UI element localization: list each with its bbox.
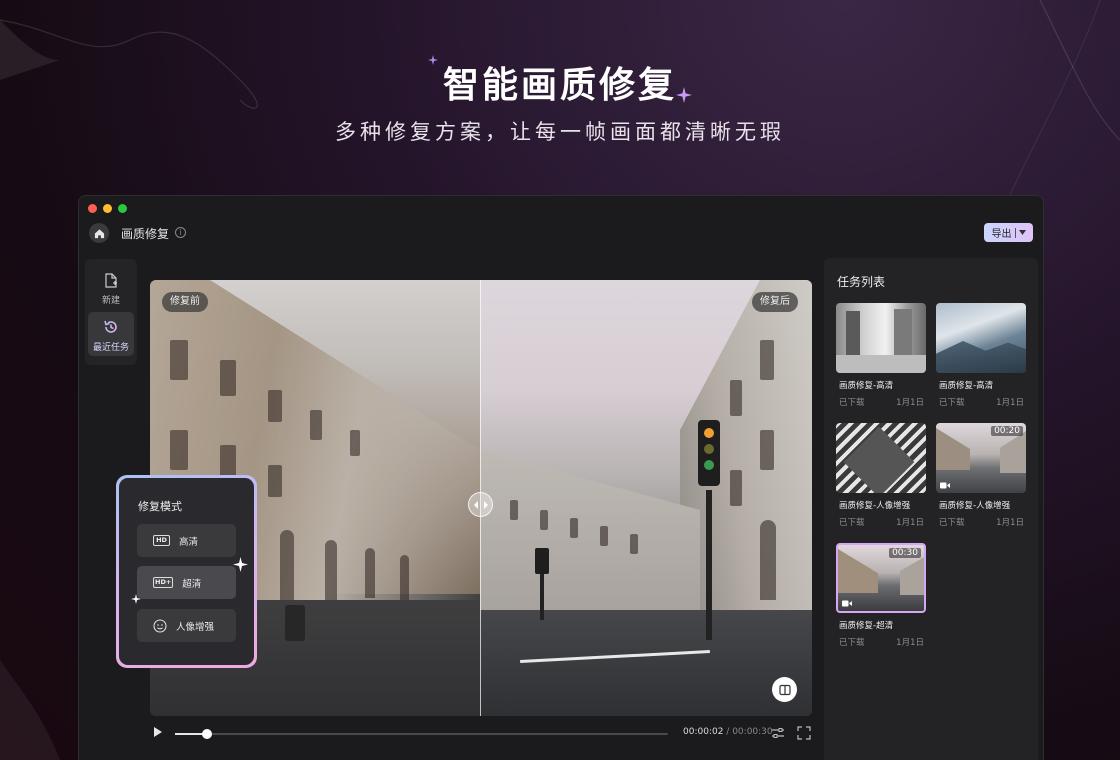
sparkle-icon bbox=[676, 87, 692, 103]
before-label: 修复前 bbox=[162, 292, 208, 312]
timeline-handle[interactable] bbox=[202, 729, 212, 739]
playback-bar: 00:00:02 / 00:00:30 bbox=[150, 723, 812, 743]
task-status: 已下载 bbox=[839, 518, 865, 528]
task-status: 已下载 bbox=[839, 398, 865, 408]
task-status: 已下载 bbox=[939, 518, 965, 528]
task-date: 1月1日 bbox=[896, 518, 924, 528]
task-date: 1月1日 bbox=[896, 398, 924, 408]
time-readout: 00:00:02 / 00:00:30 bbox=[683, 727, 773, 737]
page-title: 画质修复 bbox=[121, 227, 170, 241]
video-icon bbox=[940, 482, 950, 489]
task-duration: 00:20 bbox=[991, 426, 1023, 436]
task-date: 1月1日 bbox=[996, 518, 1024, 528]
after-label: 修复后 bbox=[752, 292, 798, 312]
title-bar: 画质修复 i 导出 bbox=[79, 196, 1043, 251]
hero-subtitle: 多种修复方案，让每一帧画面都清晰无瑕 bbox=[335, 120, 785, 144]
mode-option-portrait[interactable]: 人像增强 bbox=[137, 609, 236, 642]
export-separator bbox=[1014, 227, 1016, 238]
history-icon bbox=[104, 320, 117, 333]
compare-mode-button[interactable] bbox=[772, 677, 797, 702]
compare-handle[interactable] bbox=[468, 492, 493, 517]
new-file-icon bbox=[105, 273, 117, 288]
sparkle-icon bbox=[233, 557, 248, 572]
close-window-button[interactable] bbox=[88, 204, 97, 213]
task-status: 已下载 bbox=[939, 398, 965, 408]
rail-item-label: 新建 bbox=[101, 296, 120, 306]
sparkle-icon bbox=[131, 594, 141, 604]
info-icon[interactable]: i bbox=[175, 227, 186, 238]
mode-option-label: 人像增强 bbox=[176, 621, 215, 633]
split-view-icon bbox=[778, 684, 791, 695]
face-icon bbox=[153, 618, 167, 633]
minimize-window-button[interactable] bbox=[103, 204, 112, 213]
adjust-icon[interactable] bbox=[771, 726, 785, 740]
task-name: 画质修复-人像增强 bbox=[939, 501, 1011, 511]
video-icon bbox=[842, 600, 852, 607]
mode-option-label: 高清 bbox=[179, 536, 199, 548]
task-duration: 00:30 bbox=[889, 548, 921, 558]
task-status: 已下载 bbox=[839, 638, 865, 648]
export-label: 导出 bbox=[991, 229, 1012, 240]
task-list-title: 任务列表 bbox=[837, 275, 886, 289]
zoom-window-button[interactable] bbox=[118, 204, 127, 213]
task-list-panel: 任务列表 画质修复-高清 已下载 1月1日 画质修复-高清 已下载 1月1日 画… bbox=[824, 258, 1038, 760]
task-thumbnail bbox=[836, 423, 926, 493]
total-time: 00:00:30 bbox=[732, 727, 773, 737]
export-button[interactable]: 导出 bbox=[984, 223, 1033, 242]
task-name: 画质修复-超清 bbox=[839, 621, 894, 631]
play-button[interactable] bbox=[154, 727, 162, 737]
tool-rail: 新建 最近任务 bbox=[85, 259, 137, 365]
mode-option-ultra-hd[interactable]: HD+ 超清 bbox=[137, 566, 236, 599]
hd-plus-badge-icon: HD+ bbox=[153, 577, 174, 588]
task-name: 画质修复-高清 bbox=[839, 381, 894, 391]
caret-down-icon[interactable] bbox=[1018, 230, 1026, 235]
task-thumbnail: 00:30 bbox=[836, 543, 926, 613]
fullscreen-icon[interactable] bbox=[797, 726, 811, 740]
hd-badge-icon: HD bbox=[153, 535, 170, 546]
task-name: 画质修复-人像增强 bbox=[839, 501, 911, 511]
drag-arrows-icon bbox=[473, 500, 488, 509]
task-thumbnail bbox=[836, 303, 926, 373]
task-date: 1月1日 bbox=[996, 398, 1024, 408]
sparkle-icon bbox=[428, 55, 438, 65]
rail-item-recent[interactable]: 最近任务 bbox=[88, 312, 134, 356]
hero-title: 智能画质修复 bbox=[442, 65, 677, 106]
mode-option-hd[interactable]: HD 高清 bbox=[137, 524, 236, 557]
task-thumbnail bbox=[936, 303, 1026, 373]
repair-mode-title: 修复模式 bbox=[138, 500, 182, 513]
home-icon bbox=[94, 228, 104, 238]
mode-option-label: 超清 bbox=[182, 578, 202, 590]
current-time: 00:00:02 bbox=[683, 727, 724, 737]
rail-item-label: 最近任务 bbox=[92, 343, 129, 353]
after-image bbox=[480, 280, 812, 716]
timeline-track[interactable] bbox=[175, 733, 668, 735]
home-button[interactable] bbox=[89, 223, 109, 243]
task-date: 1月1日 bbox=[896, 638, 924, 648]
task-thumbnail: 00:20 bbox=[936, 423, 1026, 493]
task-name: 画质修复-高清 bbox=[939, 381, 994, 391]
rail-item-new[interactable]: 新建 bbox=[88, 265, 134, 309]
